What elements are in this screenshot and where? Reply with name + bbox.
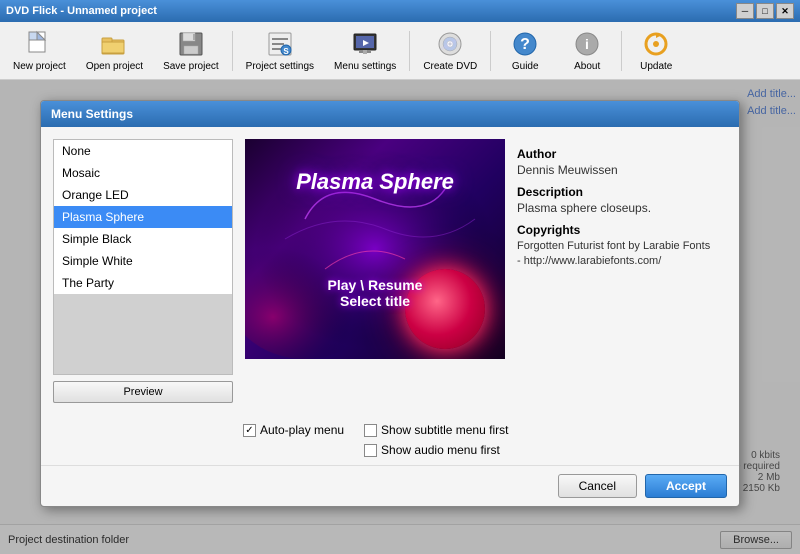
menu-item-simple-white[interactable]: Simple White bbox=[54, 250, 232, 272]
window-controls: ─ □ ✕ bbox=[736, 3, 794, 19]
menu-item-simple-black[interactable]: Simple Black bbox=[54, 228, 232, 250]
menu-list: None Mosaic Orange LED Plasma Sphere Sim… bbox=[53, 139, 233, 375]
info-panel: Author Dennis Meuwissen Description Plas… bbox=[517, 139, 727, 403]
create-dvd-label: Create DVD bbox=[423, 61, 477, 72]
toolbar-guide[interactable]: ? Guide bbox=[495, 25, 555, 77]
open-project-label: Open project bbox=[86, 61, 143, 72]
audio-checkbox[interactable] bbox=[364, 444, 377, 457]
update-icon bbox=[640, 30, 672, 59]
auto-play-checkbox[interactable] bbox=[243, 424, 256, 437]
toolbar-about[interactable]: i About bbox=[557, 25, 617, 77]
author-label: Author bbox=[517, 147, 727, 161]
copyrights-value: Forgotten Futurist font by Larabie Fonts… bbox=[517, 239, 727, 270]
about-label: About bbox=[574, 61, 600, 72]
minimize-button[interactable]: ─ bbox=[736, 3, 754, 19]
preview-title: Plasma Sphere bbox=[245, 169, 505, 195]
dialog-body: None Mosaic Orange LED Plasma Sphere Sim… bbox=[41, 127, 739, 415]
guide-icon: ? bbox=[509, 30, 541, 59]
options-row: Auto-play menu Show subtitle menu first … bbox=[41, 415, 739, 465]
main-area: Add title... Add title... 0 kbits Harddi… bbox=[0, 80, 800, 554]
toolbar-sep-3 bbox=[490, 31, 491, 71]
toolbar-create-dvd[interactable]: Create DVD bbox=[414, 25, 486, 77]
preview-menu-items: Play \ Resume Select title bbox=[245, 277, 505, 309]
project-settings-icon: S bbox=[264, 30, 296, 59]
accept-button[interactable]: Accept bbox=[645, 474, 727, 498]
preview-play-resume: Play \ Resume bbox=[245, 277, 505, 293]
preview-select-title: Select title bbox=[245, 293, 505, 309]
toolbar-sep-2 bbox=[409, 31, 410, 71]
auto-play-option[interactable]: Auto-play menu bbox=[243, 423, 344, 437]
audio-option[interactable]: Show audio menu first bbox=[364, 443, 508, 457]
title-bar: DVD Flick - Unnamed project ─ □ ✕ bbox=[0, 0, 800, 22]
preview-button[interactable]: Preview bbox=[53, 381, 233, 403]
copyrights-label: Copyrights bbox=[517, 223, 727, 237]
open-project-icon bbox=[98, 30, 130, 59]
new-project-label: New project bbox=[13, 61, 66, 72]
svg-text:i: i bbox=[585, 36, 589, 52]
menu-item-plasma-sphere[interactable]: Plasma Sphere bbox=[54, 206, 232, 228]
preview-image: Plasma Sphere Play \ Resume Select title bbox=[245, 139, 505, 359]
options-left: Auto-play menu bbox=[243, 423, 344, 437]
dialog-overlay: Menu Settings None Mosaic Orange LED Pla… bbox=[0, 80, 800, 554]
toolbar-project-settings[interactable]: S Project settings bbox=[237, 25, 323, 77]
description-label: Description bbox=[517, 185, 727, 199]
menu-list-section: None Mosaic Orange LED Plasma Sphere Sim… bbox=[53, 139, 233, 403]
toolbar-save-project[interactable]: Save project bbox=[154, 25, 228, 77]
subtitle-option[interactable]: Show subtitle menu first bbox=[364, 423, 508, 437]
close-button[interactable]: ✕ bbox=[776, 3, 794, 19]
description-value: Plasma sphere closeups. bbox=[517, 201, 727, 215]
save-project-icon bbox=[175, 30, 207, 59]
update-label: Update bbox=[640, 61, 672, 72]
restore-button[interactable]: □ bbox=[756, 3, 774, 19]
audio-label: Show audio menu first bbox=[381, 443, 500, 457]
new-project-icon bbox=[23, 30, 55, 59]
subtitle-label: Show subtitle menu first bbox=[381, 423, 508, 437]
subtitle-checkbox[interactable] bbox=[364, 424, 377, 437]
toolbar-update[interactable]: Update bbox=[626, 25, 686, 77]
toolbar-new-project[interactable]: New project bbox=[4, 25, 75, 77]
auto-play-label: Auto-play menu bbox=[260, 423, 344, 437]
guide-label: Guide bbox=[512, 61, 539, 72]
cancel-button[interactable]: Cancel bbox=[558, 474, 637, 498]
dialog-title: Menu Settings bbox=[41, 101, 739, 127]
options-right: Show subtitle menu first Show audio menu… bbox=[364, 423, 508, 457]
toolbar-sep-1 bbox=[232, 31, 233, 71]
about-icon: i bbox=[571, 30, 603, 59]
toolbar-sep-4 bbox=[621, 31, 622, 71]
menu-settings-dialog: Menu Settings None Mosaic Orange LED Pla… bbox=[40, 100, 740, 507]
toolbar-open-project[interactable]: Open project bbox=[77, 25, 152, 77]
menu-settings-label: Menu settings bbox=[334, 61, 396, 72]
menu-list-empty-space bbox=[54, 294, 232, 374]
save-project-label: Save project bbox=[163, 61, 219, 72]
project-settings-label: Project settings bbox=[246, 61, 314, 72]
toolbar-menu-settings[interactable]: Menu settings bbox=[325, 25, 405, 77]
menu-settings-icon bbox=[349, 30, 381, 59]
menu-item-orange-led[interactable]: Orange LED bbox=[54, 184, 232, 206]
toolbar: New project Open project Save project bbox=[0, 22, 800, 80]
svg-text:S: S bbox=[283, 47, 289, 56]
dialog-footer: Cancel Accept bbox=[41, 465, 739, 506]
author-value: Dennis Meuwissen bbox=[517, 163, 727, 177]
menu-item-the-party[interactable]: The Party bbox=[54, 272, 232, 294]
menu-item-none[interactable]: None bbox=[54, 140, 232, 162]
svg-text:?: ? bbox=[520, 36, 530, 53]
create-dvd-icon bbox=[434, 30, 466, 59]
window-title: DVD Flick - Unnamed project bbox=[6, 5, 157, 17]
menu-item-mosaic[interactable]: Mosaic bbox=[54, 162, 232, 184]
